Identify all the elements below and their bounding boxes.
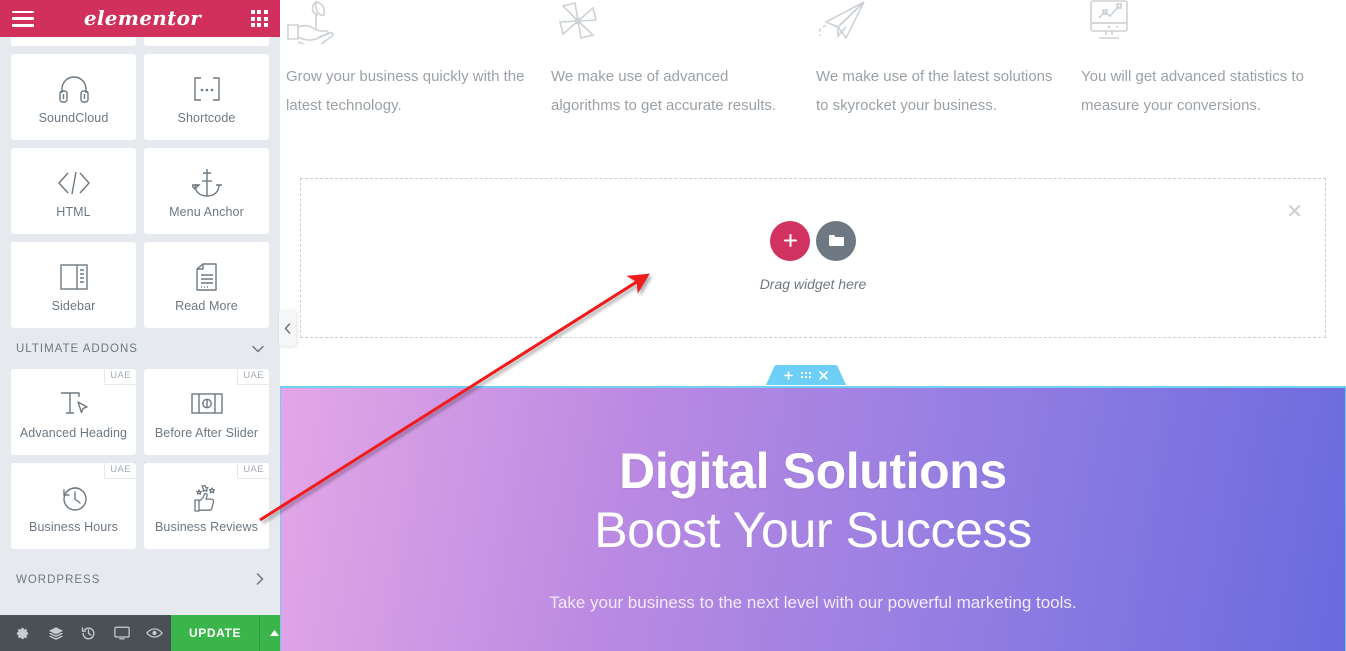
before-after-icon	[190, 384, 224, 424]
widget-card-menu-anchor[interactable]: Menu Anchor	[144, 148, 269, 234]
widget-label: Before After Slider	[154, 426, 259, 440]
feature-item: We make use of the latest solutions to s…	[816, 0, 1081, 120]
settings-gear-icon[interactable]	[6, 615, 39, 651]
hand-leaf-icon	[286, 0, 529, 46]
panel-footer-icons	[0, 615, 171, 651]
panel-footer: UPDATE	[0, 615, 280, 651]
widget-grid: SoundCloud Shortcode HTML Menu Anchor Si…	[0, 46, 280, 328]
responsive-monitor-icon[interactable]	[105, 615, 138, 651]
uae-badge: UAE	[104, 463, 136, 479]
uae-badge: UAE	[104, 369, 136, 385]
headphones-icon	[58, 69, 90, 109]
feature-item: Grow your business quickly with the late…	[286, 0, 551, 120]
scrolled-widget-row-partial	[0, 37, 280, 46]
caret-up-icon[interactable]	[259, 615, 280, 651]
widget-label: Menu Anchor	[169, 205, 244, 219]
widget-card-partial[interactable]	[11, 37, 136, 46]
category-title: WORDPRESS	[16, 574, 101, 586]
feature-text: We make use of the latest solutions to s…	[816, 68, 1053, 114]
widget-label: Advanced Heading	[19, 426, 128, 440]
thumbs-up-stars-icon	[191, 478, 223, 518]
widget-label: Business Reviews	[154, 520, 259, 534]
hamburger-icon[interactable]	[12, 10, 34, 27]
elementor-logo: elementor	[83, 5, 202, 30]
anchor-icon	[191, 163, 222, 203]
widget-card-sidebar[interactable]: Sidebar	[11, 242, 136, 328]
hero-subtitle: Take your business to the next level wit…	[549, 593, 1077, 612]
dots-grid-icon	[800, 371, 812, 379]
hero-inner: Digital Solutions Boost Your Success Tak…	[281, 388, 1345, 613]
editor-canvas: Grow your business quickly with the late…	[280, 0, 1346, 651]
elementor-editor-screen: Grow your business quickly with the late…	[0, 0, 1346, 651]
widget-label: SoundCloud	[38, 111, 109, 125]
panel-widget-list[interactable]: SoundCloud Shortcode HTML Menu Anchor Si…	[0, 37, 280, 615]
section-controls-bar	[766, 365, 846, 385]
widget-card-html[interactable]: HTML	[11, 148, 136, 234]
update-button[interactable]: UPDATE	[171, 615, 260, 651]
widget-card-business-hours[interactable]: UAE Business Hours	[11, 463, 136, 549]
uae-badge: UAE	[237, 369, 269, 385]
editor-panel: elementor SoundCloud Shortcode HTML Menu…	[0, 0, 280, 651]
widget-label: HTML	[56, 205, 91, 219]
dropzone-inner: Drag widget here	[759, 220, 867, 292]
history-clock-icon[interactable]	[72, 615, 105, 651]
category-header-wordpress[interactable]: WORDPRESS	[0, 549, 280, 601]
feature-item: We make use of advanced algorithms to ge…	[551, 0, 816, 120]
chevron-down-icon	[252, 343, 264, 355]
feature-text: You will get advanced statistics to meas…	[1081, 68, 1304, 114]
widget-card-read-more[interactable]: Read More	[144, 242, 269, 328]
add-widget-button[interactable]	[770, 220, 810, 261]
brackets-ellipsis-icon	[190, 69, 224, 109]
update-button-group: UPDATE	[171, 615, 280, 651]
preview-eye-icon[interactable]	[138, 615, 171, 651]
pinwheel-icon	[551, 0, 794, 46]
delete-section-button[interactable]	[819, 370, 829, 380]
panel-header: elementor	[0, 0, 280, 37]
drag-widget-dropzone[interactable]: Drag widget here ✕	[300, 178, 1326, 338]
edit-section-handle[interactable]	[800, 371, 812, 379]
sidebar-layout-icon	[59, 257, 89, 297]
hero-section[interactable]: Digital Solutions Boost Your Success Tak…	[280, 386, 1346, 651]
document-icon	[194, 257, 220, 297]
monitor-chart-icon	[1081, 0, 1324, 46]
dropzone-label: Drag widget here	[759, 275, 867, 292]
grid-apps-icon[interactable]	[250, 10, 268, 27]
paper-plane-icon	[816, 0, 1059, 46]
widget-card-shortcode[interactable]: Shortcode	[144, 54, 269, 140]
widget-card-advanced-heading[interactable]: UAE Advanced Heading	[11, 369, 136, 455]
widget-label: Sidebar	[51, 299, 96, 313]
category-header-ultimate-addons[interactable]: ULTIMATE ADDONS	[0, 328, 280, 369]
hero-title-bold: Digital Solutions	[619, 443, 1007, 499]
add-section-button[interactable]	[783, 370, 793, 380]
widget-label: Read More	[175, 299, 238, 313]
widget-card-business-reviews[interactable]: UAE Business Reviews	[144, 463, 269, 549]
features-row: Grow your business quickly with the late…	[280, 0, 1346, 120]
layers-navigator-icon[interactable]	[39, 615, 72, 651]
widget-card-soundcloud[interactable]: SoundCloud	[11, 54, 136, 140]
add-template-button[interactable]	[816, 220, 856, 261]
widget-label: Business Hours	[29, 520, 118, 534]
code-tags-icon	[57, 163, 91, 203]
widget-label: Shortcode	[177, 111, 236, 125]
chevron-right-icon	[256, 573, 264, 587]
widget-grid-uae: UAE Advanced Heading UAE Before After Sl…	[0, 369, 280, 549]
widget-card-partial[interactable]	[144, 37, 269, 46]
category-title: ULTIMATE ADDONS	[16, 343, 138, 355]
dropzone-buttons	[770, 220, 856, 261]
hero-title-light: Boost Your Success	[594, 502, 1032, 558]
collapse-panel-handle[interactable]	[279, 310, 296, 346]
clock-icon	[59, 478, 89, 518]
feature-text: Grow your business quickly with the late…	[286, 68, 525, 114]
widget-card-before-after-slider[interactable]: UAE Before After Slider	[144, 369, 269, 455]
feature-item: You will get advanced statistics to meas…	[1081, 0, 1346, 120]
uae-badge: UAE	[237, 463, 269, 479]
feature-text: We make use of advanced algorithms to ge…	[551, 68, 777, 114]
text-cursor-icon	[58, 384, 90, 424]
close-icon[interactable]: ✕	[1286, 201, 1303, 221]
